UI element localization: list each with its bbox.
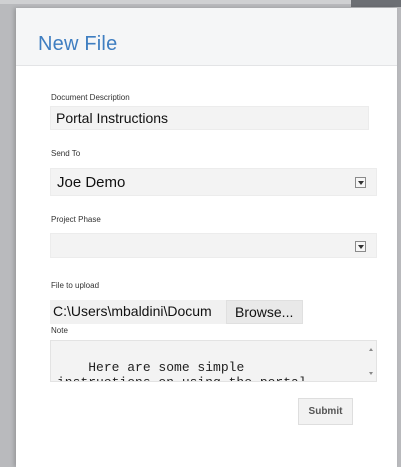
new-file-dialog: New File Document Description Portal Ins…	[16, 8, 397, 467]
scroll-up-arrow-icon[interactable]	[369, 348, 373, 351]
browse-button[interactable]: Browse...	[226, 300, 303, 324]
note-value: Here are some simple instructions on usi…	[57, 360, 314, 381]
dialog-title: New File	[38, 33, 118, 55]
note-label: Note	[51, 326, 68, 335]
page-top-bar	[0, 0, 401, 4]
file-path-value: C:\Users\mbaldini\Docum	[53, 303, 212, 319]
send-to-label: Send To	[51, 149, 81, 158]
submit-button[interactable]: Submit	[298, 398, 353, 425]
send-to-value: Joe Demo	[57, 174, 126, 191]
description-value: Portal Instructions	[56, 110, 169, 126]
file-path-input[interactable]: C:\Users\mbaldini\Docum	[50, 300, 226, 324]
project-phase-select[interactable]	[50, 233, 377, 258]
dialog-header: New File	[16, 8, 397, 66]
scroll-down-arrow-icon[interactable]	[369, 372, 373, 375]
send-to-select[interactable]: Joe Demo	[50, 168, 377, 196]
page-toolbar-edge	[351, 0, 401, 7]
note-textarea[interactable]: Here are some simple instructions on usi…	[50, 340, 377, 382]
description-input[interactable]: Portal Instructions	[50, 106, 369, 130]
description-label: Document Description	[51, 93, 130, 102]
chevron-down-icon[interactable]	[355, 241, 366, 252]
chevron-down-icon[interactable]	[355, 177, 366, 188]
file-label: File to upload	[51, 281, 100, 290]
project-phase-label: Project Phase	[51, 215, 101, 224]
